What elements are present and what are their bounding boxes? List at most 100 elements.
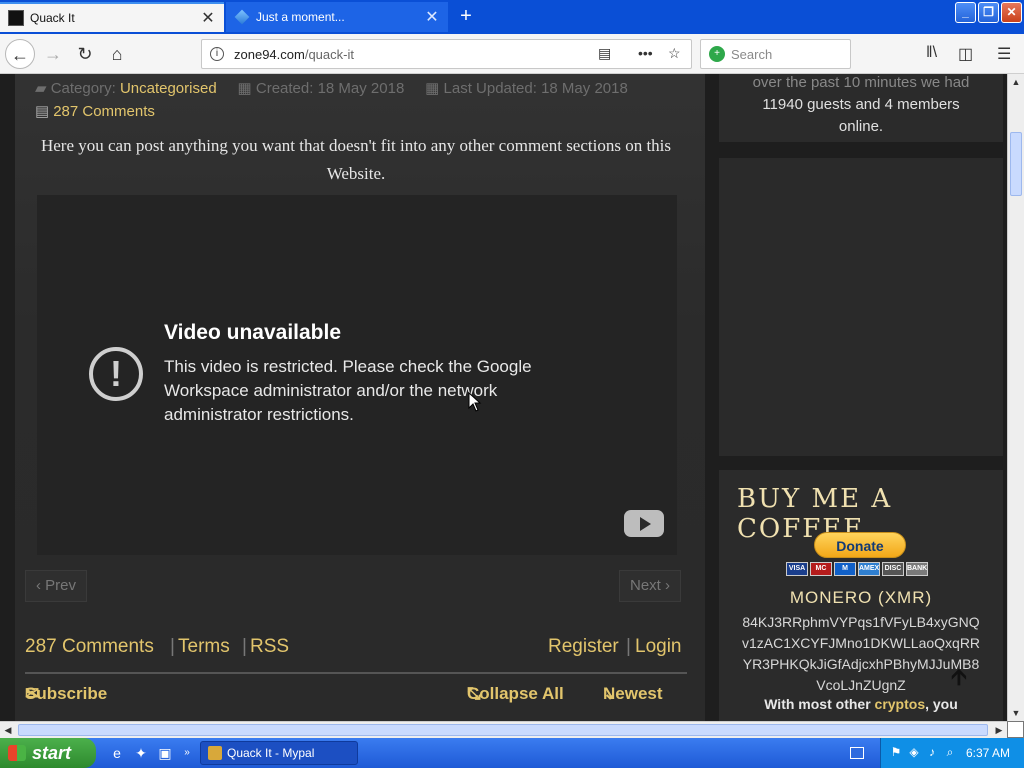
coffee-widget: BUY ME A COFFEE Donate VISA MC M AMEX DI… [719,470,1003,721]
register-link[interactable]: Register [548,636,619,658]
online-stats: over the past 10 minutes we had 11940 gu… [752,74,970,135]
library-icon[interactable]: ‖\ [926,44,937,62]
scroll-thumb[interactable] [18,724,988,736]
tab-quack-it[interactable]: Quack It ✕ [0,2,224,32]
close-tab-icon[interactable]: ✕ [422,7,442,27]
start-button[interactable]: start [0,738,96,768]
comments-count-button[interactable]: 287 Comments [25,636,154,658]
close-window-button[interactable]: ✕ [1001,2,1022,23]
video-error-title: Video unavailable [164,321,342,344]
scroll-thumb[interactable] [1010,132,1022,196]
updated-date: Last Updated: 18 May 2018 [443,80,628,97]
maximize-button[interactable]: ❐ [978,2,999,23]
sidebar-toggle-icon[interactable]: ◫ [958,44,973,64]
alert-icon: ! [89,347,143,401]
home-button[interactable]: ⌂ [102,39,132,69]
divider: | [626,636,631,657]
rss-link[interactable]: RSS [250,636,289,658]
search-box[interactable]: + [700,39,851,69]
tab-bar: Quack It ✕ Just a moment... ✕ + _ ❐ ✕ [0,0,1024,34]
url-text[interactable]: zone94.com/quack-it [234,47,354,62]
scroll-left-icon[interactable]: ◀ [0,722,16,738]
task-quack-it-mypal[interactable]: Quack It - Mypal [200,741,358,765]
article-intro: Here you can post anything you want that… [40,136,672,183]
tab-title: Just a moment... [256,10,345,24]
menu-icon[interactable]: ☰ [997,44,1011,64]
site-info-icon[interactable]: i [210,47,224,61]
reload-button[interactable]: ↻ [70,39,100,69]
vertical-scrollbar[interactable]: ▲ ▼ [1007,74,1024,721]
windows-logo-icon [8,745,26,761]
volume-icon[interactable]: ♪ [925,745,939,759]
close-tab-icon[interactable]: ✕ [198,8,218,28]
tab-just-a-moment[interactable]: Just a moment... ✕ [226,2,448,32]
security-icon[interactable]: ◈ [907,745,921,759]
taskbar: start e ✦ ▣ » Quack It - Mypal ⚑ ◈ ♪ ⌕ 6… [0,738,1024,768]
amex-icon: AMEX [858,562,880,576]
article: ▰ Category: Uncategorised ▦ Created: 18 … [15,74,705,721]
back-button[interactable]: ← [5,39,35,69]
comment-icon: ▤ [35,103,50,120]
ad-widget [719,158,1003,456]
monero-note: With most other cryptos, you [764,696,958,712]
discover-icon: DISC [882,562,904,576]
address-bar[interactable]: i zone94.com/quack-it ▤ ••• ☆ [201,39,692,69]
article-meta: ▰ Category: Uncategorised ▦ Created: 18 … [35,79,628,97]
mypal-icon[interactable]: ✦ [132,744,150,762]
scroll-up-icon[interactable]: ▲ [1008,74,1024,90]
page-content: ▰ Category: Uncategorised ▦ Created: 18 … [0,74,1007,721]
search-input[interactable] [731,45,841,63]
bookmark-star-icon[interactable]: ☆ [668,45,681,62]
ie-icon[interactable]: e [108,744,126,762]
search-engine-icon[interactable]: + [709,46,725,62]
online-stats-partial: over the past 10 minutes we had [752,74,970,91]
divider: | [170,636,175,657]
comments-toolbar: 287 Comments | Terms | RSS Register | Lo… [25,636,687,666]
created-date: Created: 18 May 2018 [255,80,405,97]
reader-view-icon[interactable]: ▤ [598,45,611,62]
chevron-down-icon: ⌄ [603,684,618,703]
scroll-top-icon[interactable]: 🡩 [951,660,967,698]
monero-address: 84KJ3RRphmVYPqs1fVFyLB4xyGNQv1zAC1XCYFJM… [741,614,981,693]
tab-title: Quack It [30,11,75,25]
prev-button[interactable]: ‹ Prev [25,570,88,602]
divider-line [25,672,687,674]
network-icon[interactable]: ⚑ [889,745,903,759]
folder-icon: ▰ [35,80,47,97]
more-chevron-icon[interactable]: » [178,744,196,762]
mastercard-icon: MC [810,562,832,576]
search-tray-icon[interactable]: ⌕ [943,745,957,759]
collapse-icon: ⤡ [467,684,481,703]
scroll-right-icon[interactable]: ▶ [991,722,1007,738]
clock: 6:37 AM [965,746,1010,760]
page-actions-icon[interactable]: ••• [638,45,653,61]
login-link[interactable]: Login [635,636,682,658]
scroll-down-icon[interactable]: ▼ [1008,705,1024,721]
site-favicon-icon [8,10,24,26]
forward-button[interactable]: → [38,39,68,69]
category-link[interactable]: Uncategorised [120,80,217,97]
system-tray: ⚑ ◈ ♪ ⌕ 6:37 AM [880,738,1024,768]
terms-link[interactable]: Terms [178,636,230,658]
new-tab-button[interactable]: + [452,4,480,30]
keyboard-icon[interactable] [850,747,864,759]
next-button[interactable]: Next › [619,570,682,602]
bank-card-icon: BANK [906,562,928,576]
window-controls: _ ❐ ✕ [955,2,1022,23]
minimize-button[interactable]: _ [955,2,976,23]
payment-cards: VISA MC M AMEX DISC BANK [786,562,928,576]
horizontal-scrollbar[interactable]: ◀ ▶ [0,721,1007,738]
maestro-icon: M [834,562,856,576]
category-label: Category: [50,80,116,97]
mypal-task-icon [208,746,222,760]
desktop-icon[interactable]: ▣ [156,744,174,762]
comments-count-link[interactable]: ▤ 287 Comments [35,102,155,120]
calendar-icon: ▦ [425,80,440,97]
donate-button[interactable]: Donate [814,532,906,558]
youtube-logo-icon[interactable] [624,510,664,537]
loading-favicon-icon [234,9,250,25]
monero-heading: MONERO (XMR) [789,588,933,607]
video-embed[interactable]: ! Video unavailable This video is restri… [37,195,677,555]
online-widget: over the past 10 minutes we had 11940 gu… [719,74,1003,142]
navigation-bar: ← → ↻ ⌂ i zone94.com/quack-it ▤ ••• ☆ + … [0,34,1024,74]
